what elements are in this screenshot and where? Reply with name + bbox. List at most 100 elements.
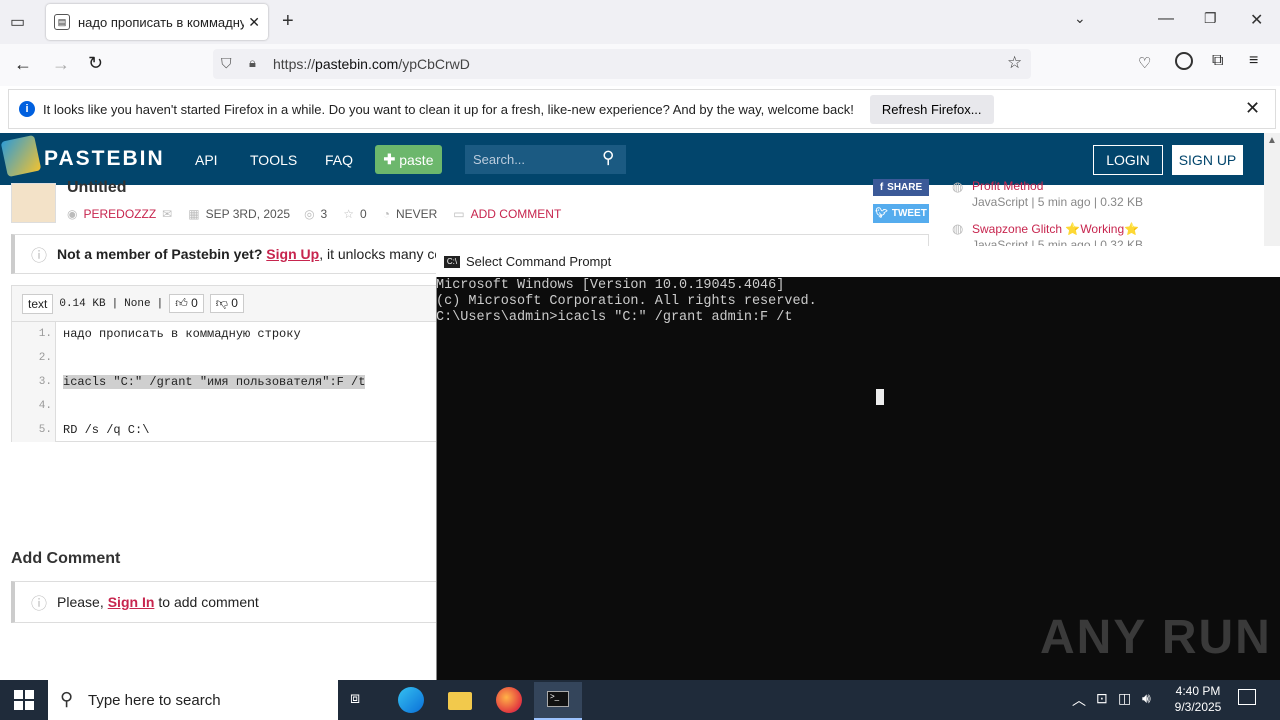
star-icon[interactable]: ☆ <box>343 207 354 221</box>
comment-icon: ▭ <box>453 207 465 221</box>
line-number: 2. <box>38 352 52 364</box>
signup-button[interactable]: SIGN UP <box>1172 145 1243 175</box>
url-bar[interactable]: ⛉ 🔒︎ https://pastebin.com/ypCbCrwD ☆ <box>213 49 1031 79</box>
calendar-icon: ▦ <box>188 207 200 221</box>
url-host: pastebin.com <box>315 56 399 72</box>
message-icon[interactable]: ✉ <box>162 207 172 221</box>
volume-icon[interactable]: 🔊︎ <box>1142 690 1151 707</box>
pocket-icon[interactable]: ♡ <box>1138 54 1151 72</box>
notifications-icon[interactable] <box>1238 689 1256 705</box>
like-count: 0 <box>191 296 198 310</box>
close-tab-icon[interactable]: ✕ <box>248 14 260 31</box>
edge-icon[interactable] <box>398 687 424 713</box>
pastebin-logo-icon[interactable] <box>0 134 42 178</box>
bookmark-star-icon[interactable]: ☆ <box>1007 53 1022 73</box>
tweet-label: TWEET <box>891 208 927 219</box>
new-paste-button[interactable]: ✚ paste <box>375 145 442 174</box>
cmd-titlebar[interactable]: C:\ Select Command Prompt <box>436 246 1280 277</box>
tab-title: надо прописать в коммадную <box>78 14 245 30</box>
plus-icon: ✚ <box>383 151 396 167</box>
start-windows-icon[interactable] <box>14 690 34 710</box>
paste-size: 0.14 KB <box>59 297 106 310</box>
browser-tab[interactable]: ▤ надо прописать в коммадную ✕ <box>46 4 268 40</box>
star-count: 0 <box>360 207 367 221</box>
author-link[interactable]: PEREDOZZZ <box>83 207 156 221</box>
new-tab-icon[interactable]: + <box>282 10 294 33</box>
mouse-text-cursor <box>876 389 884 405</box>
menu-icon[interactable]: ≡ <box>1249 52 1258 70</box>
search-icon[interactable]: ⚲ <box>602 148 614 168</box>
code-line: надо прописать в коммадную строку <box>63 327 301 341</box>
line-number: 3. <box>38 376 52 388</box>
back-icon[interactable]: ← <box>14 54 32 75</box>
nav-faq[interactable]: FAQ <box>325 152 353 168</box>
taskbar-search-placeholder: Type here to search <box>88 691 221 709</box>
comment-notice: ⓘ Please, Sign In to add comment <box>11 581 441 623</box>
line-number: 5. <box>38 424 52 436</box>
url-prefix: https:// <box>273 56 316 72</box>
user-icon: ◉ <box>67 207 78 221</box>
paste-title: Untitled <box>67 179 127 196</box>
scroll-up-icon[interactable]: ▲ <box>1267 135 1277 146</box>
lock-icon[interactable]: 🔒︎ <box>249 55 256 71</box>
line-number: 4. <box>38 400 52 412</box>
cmd-output[interactable]: Microsoft Windows [Version 10.0.19045.40… <box>436 278 817 326</box>
cmd-taskbar-button[interactable]: >_ <box>534 682 582 720</box>
paste-category: None <box>124 297 151 310</box>
cmd-icon: >_ <box>547 691 569 707</box>
reload-icon[interactable]: ↻ <box>88 53 103 74</box>
dislike-button[interactable]: 👎︎ 0 <box>209 294 244 313</box>
like-button[interactable]: 👍︎ 0 <box>169 294 204 313</box>
task-view-icon[interactable]: ⧈ <box>350 690 360 708</box>
sidebar-item-title[interactable]: Profit Method <box>972 179 1043 193</box>
close-window-icon[interactable]: ✕ <box>1250 10 1263 30</box>
line-number: 1. <box>38 328 52 340</box>
clock[interactable]: 4:40 PM 9/3/2025 <box>1168 683 1228 715</box>
nav-api[interactable]: API <box>195 152 218 168</box>
restore-icon[interactable]: ❐ <box>1204 10 1217 27</box>
file-explorer-icon[interactable] <box>448 692 472 710</box>
shield-icon[interactable]: ⛉ <box>221 55 232 72</box>
avatar[interactable] <box>11 183 56 223</box>
pastebin-brand[interactable]: PASTEBIN <box>44 147 165 171</box>
firefox-notification-bar: i It looks like you haven't started Fire… <box>8 89 1276 129</box>
expiry-icon: ◔ <box>382 207 390 221</box>
tray-chevron-up-icon[interactable]: ︿ <box>1072 690 1086 710</box>
close-notification-icon[interactable]: ✕ <box>1245 98 1260 119</box>
anyrun-watermark: ANY RUN <box>1040 611 1272 664</box>
pastebin-header <box>0 133 1264 185</box>
views-icon: ◎ <box>304 207 315 221</box>
sign-in-link[interactable]: Sign In <box>108 594 155 610</box>
notification-text: It looks like you haven't started Firefo… <box>43 101 854 117</box>
paste-icon: ◍ <box>952 221 964 236</box>
add-comment-link[interactable]: ADD COMMENT <box>471 207 562 221</box>
signup-link[interactable]: Sign Up <box>266 246 319 262</box>
syntax-badge[interactable]: text <box>22 293 54 314</box>
share-label: SHARE <box>887 182 923 193</box>
tab-list-icon[interactable]: ▭ <box>10 12 25 32</box>
extensions-icon[interactable]: ⧉ <box>1212 52 1223 70</box>
clock-date: 9/3/2025 <box>1174 700 1222 714</box>
network-icon[interactable]: ⊡ <box>1096 690 1108 707</box>
nav-tools[interactable]: TOOLS <box>250 152 297 168</box>
please-text: Please, <box>57 594 104 610</box>
taskbar-search-input[interactable]: ⚲ Type here to search <box>48 680 338 720</box>
clock-time: 4:40 PM <box>1175 684 1221 698</box>
cmd-title: Select Command Prompt <box>466 254 612 269</box>
info-icon: ⓘ <box>31 596 48 613</box>
minimize-icon[interactable]: — <box>1158 10 1174 28</box>
firefox-icon[interactable] <box>496 687 522 713</box>
forward-icon[interactable]: → <box>52 54 70 75</box>
login-button[interactable]: LOGIN <box>1093 145 1163 175</box>
account-icon[interactable] <box>1175 52 1193 70</box>
chevron-down-icon[interactable]: ⌄ <box>1074 10 1086 27</box>
paste-icon: ◍ <box>952 179 964 194</box>
tweet-button[interactable]: 🐦︎ TWEET <box>873 204 929 223</box>
sidebar-item-title[interactable]: Swapzone Glitch ⭐Working⭐ <box>972 222 1139 236</box>
code-box: text 0.14 KB | None | 👍︎ 0 👎︎ 0 1. надо пр… <box>11 285 441 442</box>
wifi-icon[interactable]: ◫ <box>1118 690 1131 707</box>
refresh-firefox-button[interactable]: Refresh Firefox... <box>869 94 994 124</box>
add-comment-heading: Add Comment <box>11 550 121 567</box>
share-button[interactable]: f SHARE <box>873 179 929 196</box>
cmd-line: C:\Users\admin>icacls "C:" /grant admin:… <box>436 310 793 325</box>
